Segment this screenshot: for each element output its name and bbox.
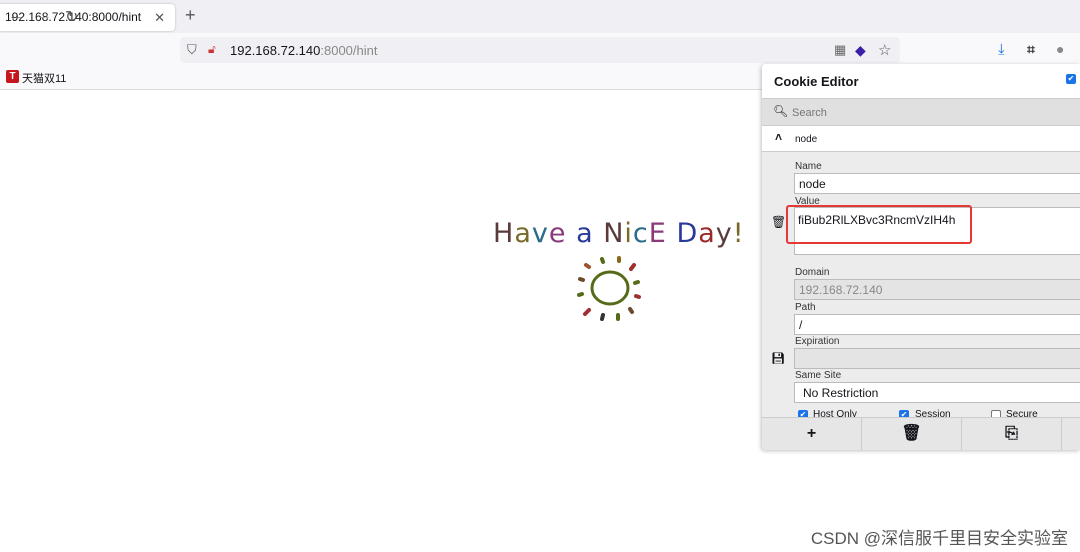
name-field[interactable]: node bbox=[794, 173, 1080, 194]
cookie-name-header: node bbox=[795, 134, 818, 145]
delete-all-button[interactable]: 🗑︎ bbox=[862, 417, 962, 450]
delete-cookie-icon[interactable]: 🗑︎ bbox=[771, 215, 786, 229]
qr-code-icon[interactable]: ▦ bbox=[834, 42, 846, 58]
heading-letter: ! bbox=[732, 218, 745, 249]
export-button[interactable] bbox=[1062, 417, 1080, 450]
path-label: Path bbox=[795, 302, 816, 313]
watermark: CSDN @深信服千里目安全实验室 bbox=[810, 529, 1068, 548]
heading-letter: N bbox=[603, 218, 625, 249]
heading-letter: H bbox=[493, 218, 515, 249]
heading-letter: E bbox=[648, 218, 667, 249]
url-text[interactable]: 192.168.72.140:8000/hint bbox=[230, 43, 377, 58]
heading-letter: a bbox=[514, 218, 532, 249]
heading-letter bbox=[667, 218, 677, 249]
heading-letter: c bbox=[632, 218, 649, 249]
heading-letter: y bbox=[715, 218, 733, 249]
extension-icon[interactable]: ◆ bbox=[855, 42, 866, 59]
star-icon[interactable]: ☆ bbox=[878, 41, 891, 59]
heading-letter bbox=[594, 218, 604, 249]
heading-letter: e bbox=[548, 218, 567, 249]
expiration-field[interactable] bbox=[794, 348, 1080, 369]
sun-drawing bbox=[577, 256, 641, 321]
insecure-lock-icon[interactable]: 🔓︎ bbox=[208, 42, 216, 57]
domain-label: Domain bbox=[795, 267, 830, 278]
heading-letter: a bbox=[576, 218, 594, 249]
name-label: Name bbox=[795, 161, 822, 172]
close-tab-icon[interactable]: ✕ bbox=[154, 4, 165, 31]
tmall-icon: T bbox=[6, 70, 19, 83]
heading-letter: D bbox=[676, 218, 699, 249]
cookie-editor-panel: Cookie Editor ✔ 🔍︎ ˄ node Name node Valu… bbox=[762, 64, 1080, 450]
expiration-label: Expiration bbox=[795, 336, 840, 347]
search-input[interactable] bbox=[792, 104, 1072, 122]
panel-title: Cookie Editor bbox=[774, 74, 859, 89]
path-field[interactable]: / bbox=[794, 314, 1080, 335]
reload-icon[interactable]: ↻ bbox=[65, 7, 78, 27]
heading-letter: i bbox=[624, 218, 633, 249]
crop-icon[interactable]: ⌗ bbox=[1027, 41, 1035, 58]
same-site-label: Same Site bbox=[795, 370, 842, 381]
add-cookie-button[interactable]: + bbox=[762, 417, 862, 450]
heading-letter: a bbox=[698, 218, 716, 249]
download-icon[interactable]: ⤓ bbox=[998, 41, 1005, 58]
same-site-select[interactable]: No Restriction bbox=[794, 382, 1080, 403]
domain-field[interactable]: 192.168.72.140 bbox=[794, 279, 1080, 300]
search-icon: 🔍︎ bbox=[773, 104, 789, 118]
new-tab-button[interactable]: + bbox=[185, 5, 196, 26]
import-button[interactable]: ⎘ bbox=[962, 417, 1062, 450]
save-icon[interactable]: 💾︎ bbox=[771, 352, 785, 365]
bookmark-item[interactable]: 天猫双11 bbox=[22, 70, 66, 86]
shield-icon[interactable]: ⛉ bbox=[187, 42, 197, 58]
forward-icon[interactable]: → bbox=[36, 7, 52, 25]
chevron-up-icon[interactable]: ˄ bbox=[775, 130, 782, 144]
highlight-box bbox=[786, 205, 972, 244]
back-icon[interactable]: ← bbox=[8, 7, 24, 25]
chat-icon[interactable]: ● bbox=[1056, 41, 1064, 57]
import-icon: ⎘ bbox=[1005, 425, 1018, 442]
trash-icon: 🗑︎ bbox=[901, 425, 922, 442]
panel-toggle-checkbox[interactable]: ✔ bbox=[1066, 74, 1076, 84]
heading-letter: v bbox=[531, 218, 549, 249]
heading-letter bbox=[566, 218, 576, 249]
page-heading-image: Have a NicE Day! bbox=[493, 218, 745, 249]
tab-active[interactable]: 192.168.72.140:8000/hint ✕ bbox=[0, 4, 175, 31]
